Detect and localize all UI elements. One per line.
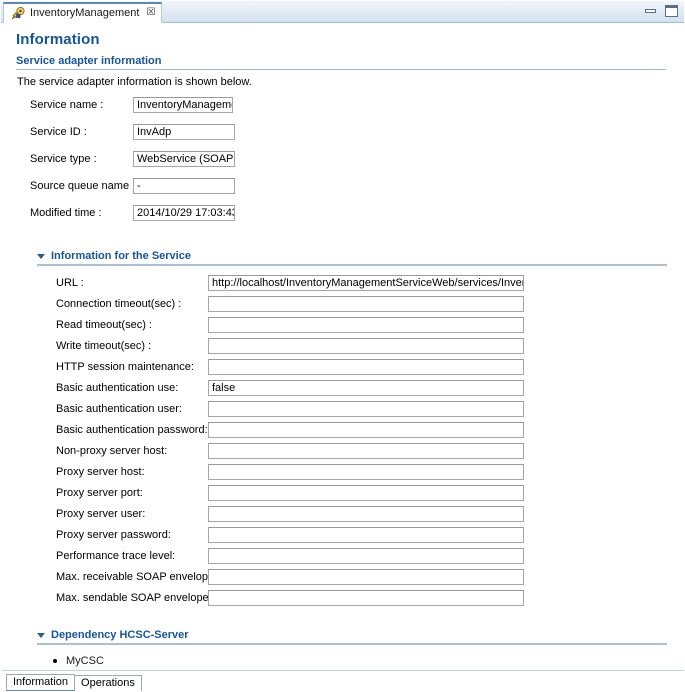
editor-window: InventoryManagement ☒ Information Servic… bbox=[0, 0, 685, 692]
input-basic-authentication-use[interactable]: false bbox=[208, 379, 524, 396]
field-row-max-sendable-soap-envelope-size: Max. sendable SOAP envelope size: bbox=[1, 588, 684, 607]
section-header-dependency-hcsc-server[interactable]: Dependency HCSC-Server bbox=[37, 629, 667, 645]
label-proxy-server-password: Proxy server password: bbox=[56, 528, 171, 541]
editor-tab-label: InventoryManagement bbox=[30, 7, 140, 19]
label-proxy-server-port: Proxy server port: bbox=[56, 486, 143, 499]
input-modified-time[interactable]: 2014/10/29 17:03:43 bbox=[133, 204, 235, 221]
label-proxy-server-user: Proxy server user: bbox=[56, 507, 146, 520]
field-row-http-session-maintenance: HTTP session maintenance: bbox=[1, 357, 684, 376]
bullet-icon bbox=[53, 659, 57, 663]
list-item-label: MyCSC bbox=[66, 655, 104, 667]
service-adapter-fields: Service name : InventoryManagement Servi… bbox=[1, 95, 684, 222]
tab-operations[interactable]: Operations bbox=[74, 675, 142, 692]
input-write-timeout[interactable] bbox=[208, 337, 524, 354]
label-basic-authentication-password: Basic authentication password: bbox=[56, 423, 208, 436]
page-title: Information bbox=[16, 31, 100, 48]
field-row-read-timeout: Read timeout(sec) : bbox=[1, 315, 684, 334]
field-row-max-receivable-soap-envelope-size: Max. receivable SOAP envelope size: bbox=[1, 567, 684, 586]
input-proxy-server-port[interactable] bbox=[208, 484, 524, 501]
field-row-service-id: Service ID : InvAdp bbox=[1, 122, 684, 141]
label-basic-authentication-user: Basic authentication user: bbox=[56, 402, 182, 415]
section-header-service-adapter-information: Service adapter information bbox=[16, 55, 666, 70]
label-write-timeout: Write timeout(sec) : bbox=[56, 339, 152, 352]
field-row-basic-authentication-password: Basic authentication password: bbox=[1, 420, 684, 439]
input-proxy-server-host[interactable] bbox=[208, 463, 524, 480]
service-adapter-icon bbox=[11, 6, 26, 21]
label-url: URL : bbox=[56, 276, 84, 289]
maximize-icon[interactable] bbox=[665, 4, 678, 17]
input-url[interactable]: http://localhost/InventoryManagementServ… bbox=[208, 274, 524, 291]
minimize-icon[interactable] bbox=[644, 4, 657, 17]
field-row-modified-time: Modified time : 2014/10/29 17:03:43 bbox=[1, 203, 684, 222]
input-service-id[interactable]: InvAdp bbox=[133, 123, 235, 140]
chevron-down-icon[interactable] bbox=[37, 253, 45, 259]
window-controls bbox=[644, 4, 678, 17]
field-row-service-name: Service name : InventoryManagement bbox=[1, 95, 684, 114]
section-description: The service adapter information is shown… bbox=[17, 76, 252, 88]
label-modified-time: Modified time : bbox=[30, 206, 102, 219]
section-header-label: Information for the Service bbox=[51, 250, 191, 262]
list-item[interactable]: MyCSC bbox=[53, 654, 684, 668]
input-non-proxy-server-host[interactable] bbox=[208, 442, 524, 459]
input-service-type[interactable]: WebService (SOAP 1.1) bbox=[133, 150, 235, 167]
bottom-tab-folder: Information Operations bbox=[0, 670, 685, 692]
dependency-list: MyCSC bbox=[1, 654, 684, 668]
field-row-proxy-server-user: Proxy server user: bbox=[1, 504, 684, 523]
field-row-basic-authentication-use: Basic authentication use: false bbox=[1, 378, 684, 397]
label-max-receivable-soap-envelope-size: Max. receivable SOAP envelope size: bbox=[56, 570, 240, 583]
input-http-session-maintenance[interactable] bbox=[208, 358, 524, 375]
service-information-fields: URL : http://localhost/InventoryManageme… bbox=[1, 273, 684, 607]
field-row-proxy-server-host: Proxy server host: bbox=[1, 462, 684, 481]
form-scroll-area: Information Service adapter information … bbox=[0, 23, 685, 671]
tab-information[interactable]: Information bbox=[6, 674, 76, 692]
label-performance-trace-level: Performance trace level: bbox=[56, 549, 176, 562]
chevron-down-icon[interactable] bbox=[37, 632, 45, 638]
input-max-receivable-soap-envelope-size[interactable] bbox=[208, 568, 524, 585]
section-header-information-for-the-service[interactable]: Information for the Service bbox=[37, 250, 667, 266]
input-connection-timeout[interactable] bbox=[208, 295, 524, 312]
field-row-basic-authentication-user: Basic authentication user: bbox=[1, 399, 684, 418]
field-row-connection-timeout: Connection timeout(sec) : bbox=[1, 294, 684, 313]
label-http-session-maintenance: HTTP session maintenance: bbox=[56, 360, 194, 373]
field-row-proxy-server-password: Proxy server password: bbox=[1, 525, 684, 544]
input-basic-authentication-user[interactable] bbox=[208, 400, 524, 417]
bottom-tab-filler bbox=[140, 674, 685, 692]
label-connection-timeout: Connection timeout(sec) : bbox=[56, 297, 182, 310]
field-row-source-queue-name: Source queue name : - bbox=[1, 176, 684, 195]
label-service-name: Service name : bbox=[30, 98, 104, 111]
label-basic-authentication-use: Basic authentication use: bbox=[56, 381, 179, 394]
section-header-label: Dependency HCSC-Server bbox=[51, 629, 189, 641]
input-performance-trace-level[interactable] bbox=[208, 547, 524, 564]
input-proxy-server-user[interactable] bbox=[208, 505, 524, 522]
field-row-proxy-server-port: Proxy server port: bbox=[1, 483, 684, 502]
label-service-type: Service type : bbox=[30, 152, 97, 165]
label-service-id: Service ID : bbox=[30, 125, 87, 138]
close-icon[interactable]: ☒ bbox=[146, 8, 155, 18]
input-source-queue-name[interactable]: - bbox=[133, 177, 235, 194]
label-source-queue-name: Source queue name : bbox=[30, 179, 136, 192]
field-row-non-proxy-server-host: Non-proxy server host: bbox=[1, 441, 684, 460]
field-row-url: URL : http://localhost/InventoryManageme… bbox=[1, 273, 684, 292]
field-row-service-type: Service type : WebService (SOAP 1.1) bbox=[1, 149, 684, 168]
input-max-sendable-soap-envelope-size[interactable] bbox=[208, 589, 524, 606]
field-row-performance-trace-level: Performance trace level: bbox=[1, 546, 684, 565]
field-row-write-timeout: Write timeout(sec) : bbox=[1, 336, 684, 355]
editor-tab-inventorymanagement[interactable]: InventoryManagement ☒ bbox=[3, 2, 163, 23]
input-proxy-server-password[interactable] bbox=[208, 526, 524, 543]
label-max-sendable-soap-envelope-size: Max. sendable SOAP envelope size: bbox=[56, 591, 235, 604]
input-service-name[interactable]: InventoryManagement bbox=[133, 96, 233, 113]
editor-tab-strip: InventoryManagement ☒ bbox=[0, 0, 685, 23]
label-non-proxy-server-host: Non-proxy server host: bbox=[56, 444, 168, 457]
label-proxy-server-host: Proxy server host: bbox=[56, 465, 145, 478]
input-read-timeout[interactable] bbox=[208, 316, 524, 333]
input-basic-authentication-password[interactable] bbox=[208, 421, 524, 438]
label-read-timeout: Read timeout(sec) : bbox=[56, 318, 152, 331]
tab-strip-filler bbox=[162, 0, 685, 22]
